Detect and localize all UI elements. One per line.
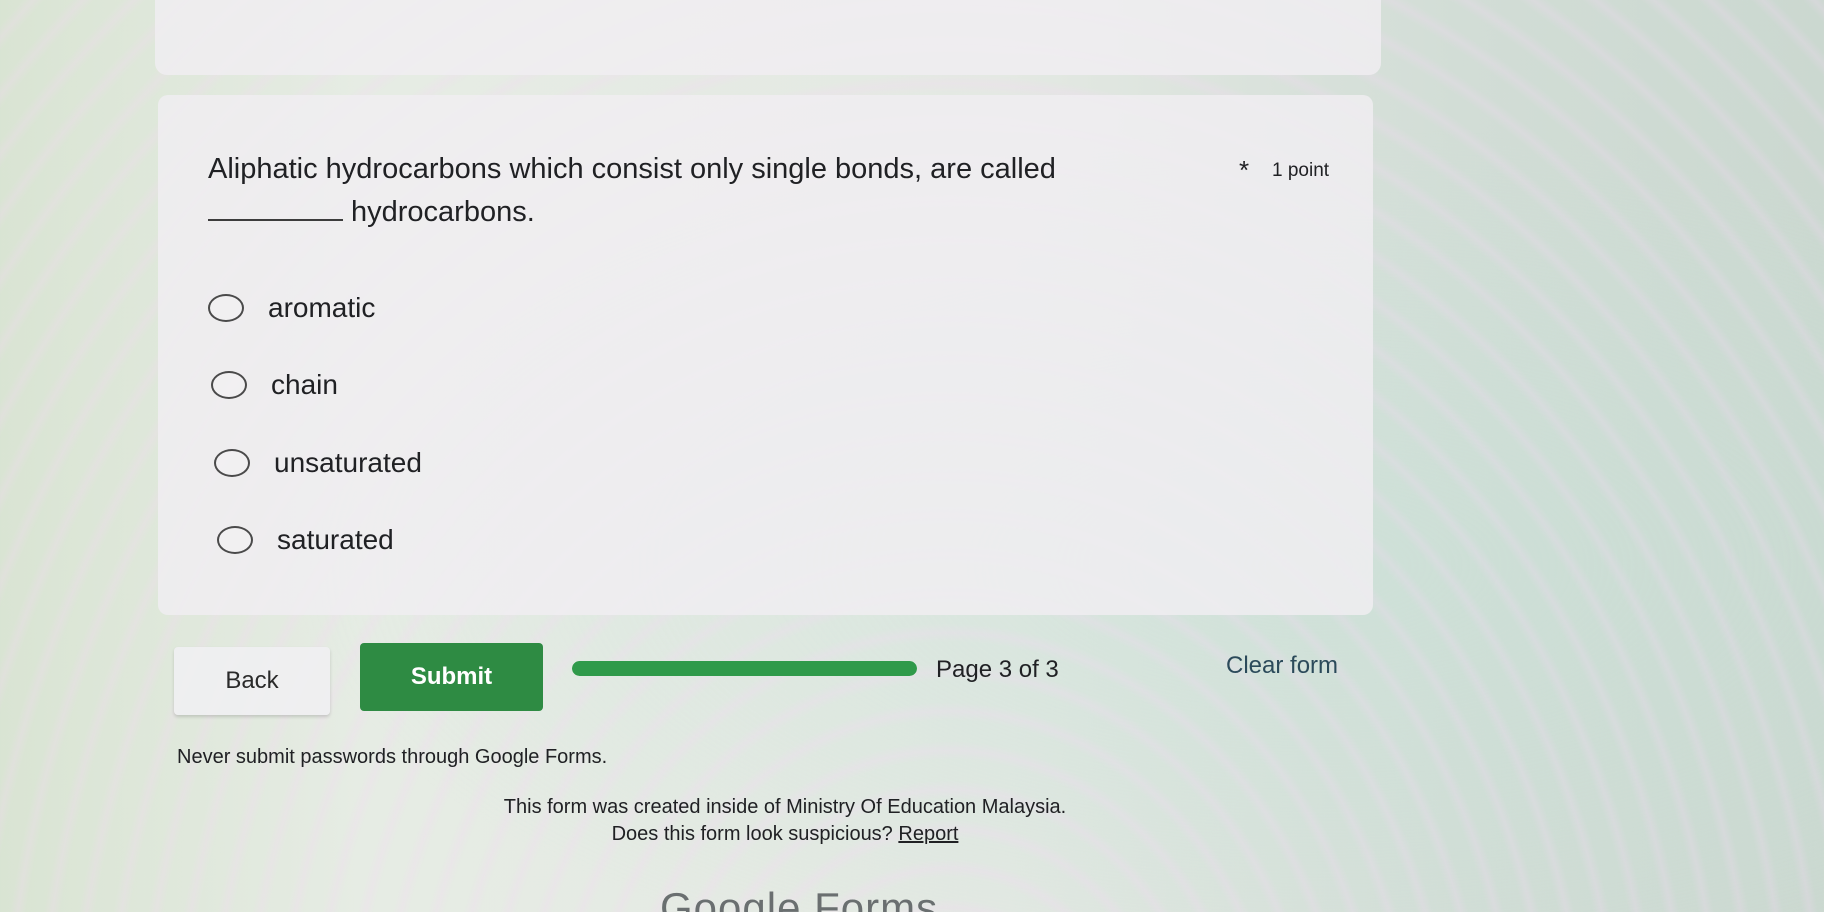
previous-card <box>155 0 1381 75</box>
radio-button[interactable] <box>208 294 244 322</box>
progress-fill <box>572 661 917 676</box>
radio-button[interactable] <box>211 371 247 399</box>
question-text: Aliphatic hydrocarbons which consist onl… <box>208 153 1056 185</box>
option-chain[interactable]: chain <box>211 363 338 407</box>
organization-note: This form was created inside of Ministry… <box>503 796 1067 818</box>
clear-form-button[interactable]: Clear form <box>1226 652 1338 680</box>
suspicious-text: Does this form look suspicious? <box>611 823 893 845</box>
radio-button[interactable] <box>214 449 250 477</box>
submit-button[interactable]: Submit <box>360 643 543 711</box>
google-forms-logo[interactable]: Google Forms <box>660 884 938 912</box>
page-indicator: Page 3 of 3 <box>936 656 1059 683</box>
option-unsaturated[interactable]: unsaturated <box>214 441 422 485</box>
option-label: saturated <box>277 524 394 555</box>
option-label: unsaturated <box>274 447 422 478</box>
password-warning: Never submit passwords through Google Fo… <box>177 746 608 768</box>
option-label: aromatic <box>268 292 376 323</box>
option-aromatic[interactable]: aromatic <box>208 286 375 330</box>
back-button[interactable]: Back <box>174 647 330 715</box>
suspicious-note: Does this form look suspicious? Report <box>400 823 1170 846</box>
fill-in-blank <box>208 209 343 221</box>
option-label: chain <box>271 369 338 400</box>
question-continuation: hydrocarbons. <box>351 196 535 228</box>
required-asterisk: * <box>1239 155 1250 185</box>
question-title: Aliphatic hydrocarbons which consist onl… <box>208 148 1208 234</box>
option-saturated[interactable]: saturated <box>217 518 394 562</box>
report-link[interactable]: Report <box>898 823 958 845</box>
radio-button[interactable] <box>217 526 253 554</box>
points-label: 1 point <box>1272 160 1330 181</box>
progress-bar <box>572 661 917 676</box>
